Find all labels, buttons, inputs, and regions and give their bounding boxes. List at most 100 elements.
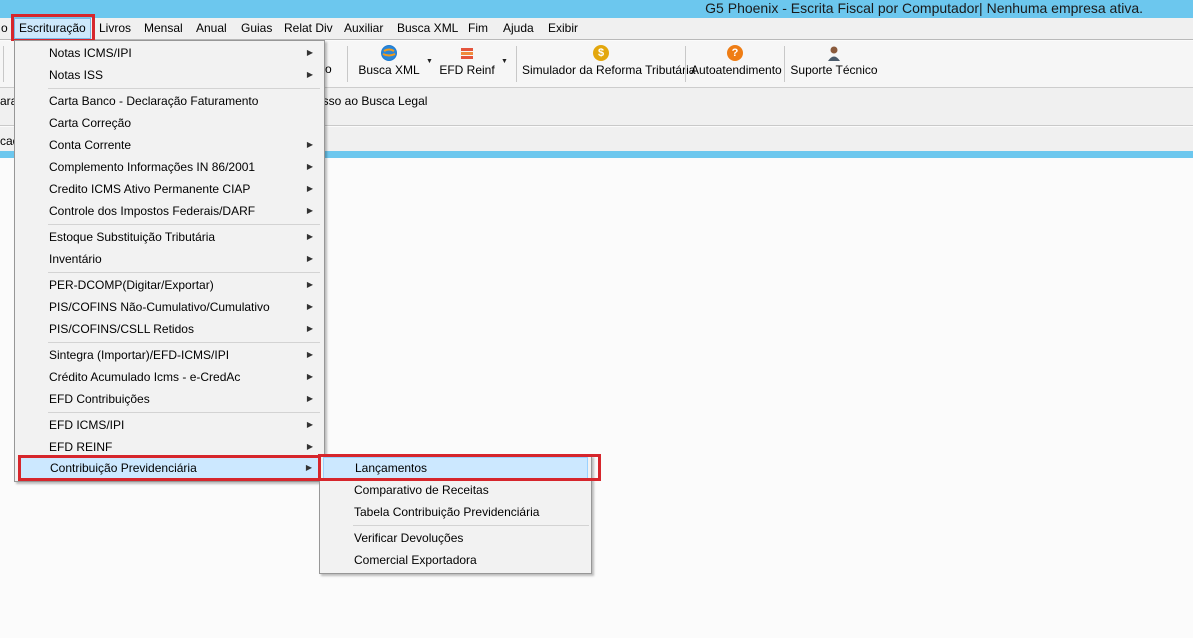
menu-mensal[interactable]: Mensal bbox=[144, 18, 183, 39]
menu-ajuda[interactable]: Ajuda bbox=[503, 18, 534, 39]
menu-item-label: Contribuição Previdenciária bbox=[50, 461, 197, 475]
menu-item-label: Sintegra (Importar)/EFD-ICMS/IPI bbox=[49, 348, 230, 362]
toolbar-separator bbox=[685, 46, 686, 82]
efd-reinf-dropdown-icon[interactable]: ▼ bbox=[501, 58, 508, 65]
menu-item-estoque-st[interactable]: Estoque Substituição Tributária ▶ bbox=[18, 226, 321, 248]
submenu-item-lancamentos[interactable]: Lançamentos bbox=[323, 457, 588, 479]
submenu-arrow-icon: ▶ bbox=[306, 254, 313, 263]
suporte-label: Suporte Técnico bbox=[790, 63, 878, 77]
menu-item-label: Crédito Acumulado Icms - e-CredAc bbox=[49, 370, 241, 384]
window-title: G5 Phoenix - Escrita Fiscal por Computad… bbox=[705, 0, 1143, 16]
menu-item-label: PIS/COFINS/CSLL Retidos bbox=[49, 322, 194, 336]
autoatendimento-button[interactable]: ? Autoatendimento bbox=[691, 41, 782, 87]
menu-item-notas-iss[interactable]: Notas ISS ▶ bbox=[18, 64, 321, 86]
menu-item-label: Estoque Substituição Tributária bbox=[49, 230, 216, 244]
menu-item-label: Inventário bbox=[49, 252, 102, 266]
menu-item-label: Carta Correção bbox=[49, 116, 132, 130]
submenu-item-verificar-devolucoes[interactable]: Verificar Devoluções bbox=[323, 527, 588, 549]
menu-anual[interactable]: Anual bbox=[196, 18, 227, 39]
menu-busca-xml[interactable]: Busca XML bbox=[397, 18, 458, 39]
busca-xml-label: Busca XML bbox=[358, 63, 420, 77]
menu-item-label: Complemento Informações IN 86/2001 bbox=[49, 160, 256, 174]
menu-item-credito-icms-ciap[interactable]: Credito ICMS Ativo Permanente CIAP ▶ bbox=[18, 178, 321, 200]
menu-escrituracao[interactable]: Escrituração bbox=[14, 18, 91, 39]
menu-separator bbox=[353, 525, 589, 526]
submenu-arrow-icon: ▶ bbox=[306, 280, 313, 289]
toolbar-partial-label: o bbox=[325, 62, 332, 76]
menu-item-conta-corrente[interactable]: Conta Corrente ▶ bbox=[18, 134, 321, 156]
busca-legal-link[interactable]: esso ao Busca Legal bbox=[316, 94, 427, 108]
menu-item-inventario[interactable]: Inventário ▶ bbox=[18, 248, 321, 270]
menu-item-contribuicao-previdenciaria[interactable]: Contribuição Previdenciária ▶ bbox=[18, 457, 321, 479]
submenu-item-comercial-exportadora[interactable]: Comercial Exportadora bbox=[323, 549, 588, 571]
menu-item-sintegra[interactable]: Sintegra (Importar)/EFD-ICMS/IPI ▶ bbox=[18, 344, 321, 366]
menu-item-label: Conta Corrente bbox=[49, 138, 132, 152]
suporte-tecnico-button[interactable]: Suporte Técnico bbox=[790, 41, 878, 87]
efd-reinf-label: EFD Reinf bbox=[439, 63, 495, 77]
menu-separator bbox=[48, 224, 320, 225]
busca-xml-dropdown-icon[interactable]: ▼ bbox=[426, 58, 433, 65]
efd-reinf-button[interactable]: EFD Reinf bbox=[438, 41, 496, 87]
toolbar-separator bbox=[516, 46, 517, 82]
toolbar-separator bbox=[3, 46, 4, 82]
menu-item-label: Notas ICMS/IPI bbox=[49, 46, 132, 60]
menu-auxiliar[interactable]: Auxiliar bbox=[344, 18, 383, 39]
menu-item-label: EFD REINF bbox=[49, 440, 113, 454]
busca-xml-button[interactable]: Busca XML bbox=[357, 41, 421, 87]
menu-item-label: Tabela Contribuição Previdenciária bbox=[354, 505, 540, 519]
menu-item-label: Lançamentos bbox=[355, 461, 428, 475]
title-bar: G5 Phoenix - Escrita Fiscal por Computad… bbox=[0, 0, 1193, 18]
submenu-arrow-icon: ▶ bbox=[306, 372, 313, 381]
submenu-arrow-icon: ▶ bbox=[306, 70, 313, 79]
toolbar-separator bbox=[347, 46, 348, 82]
submenu-item-tabela-contribuicao[interactable]: Tabela Contribuição Previdenciária bbox=[323, 501, 588, 523]
menu-item-controle-impostos-federais[interactable]: Controle dos Impostos Federais/DARF ▶ bbox=[18, 200, 321, 222]
submenu-arrow-icon: ▶ bbox=[306, 184, 313, 193]
menu-item-efd-icms-ipi[interactable]: EFD ICMS/IPI ▶ bbox=[18, 414, 321, 436]
menu-item-complemento-informacoes[interactable]: Complemento Informações IN 86/2001 ▶ bbox=[18, 156, 321, 178]
submenu-arrow-icon: ▶ bbox=[306, 350, 313, 359]
menu-item-carta-banco[interactable]: Carta Banco - Declaração Faturamento bbox=[18, 90, 321, 112]
menu-item-credito-acumulado[interactable]: Crédito Acumulado Icms - e-CredAc ▶ bbox=[18, 366, 321, 388]
menu-item-label: Notas ISS bbox=[49, 68, 104, 82]
toolbar-separator bbox=[784, 46, 785, 82]
escrituracao-menu: Notas ICMS/IPI ▶ Notas ISS ▶ Carta Banco -… bbox=[14, 40, 325, 482]
submenu-arrow-icon: ▶ bbox=[306, 206, 313, 215]
globe-icon bbox=[381, 45, 397, 61]
submenu-arrow-icon: ▶ bbox=[305, 463, 312, 472]
menu-item-pis-cofins[interactable]: PIS/COFINS Não-Cumulativo/Cumulativo ▶ bbox=[18, 296, 321, 318]
menu-guias[interactable]: Guias bbox=[241, 18, 272, 39]
menu-livros[interactable]: Livros bbox=[99, 18, 131, 39]
menu-partial[interactable]: o bbox=[1, 18, 8, 39]
menu-item-label: Credito ICMS Ativo Permanente CIAP bbox=[49, 182, 251, 196]
submenu-arrow-icon: ▶ bbox=[306, 302, 313, 311]
menu-relat-div[interactable]: Relat Div bbox=[284, 18, 333, 39]
menu-exibir[interactable]: Exibir bbox=[548, 18, 578, 39]
submenu-item-comparativo-receitas[interactable]: Comparativo de Receitas bbox=[323, 479, 588, 501]
submenu-arrow-icon: ▶ bbox=[306, 162, 313, 171]
menu-item-label: Verificar Devoluções bbox=[354, 531, 464, 545]
menu-separator bbox=[48, 88, 320, 89]
simulador-reforma-button[interactable]: $ Simulador da Reforma Tributária bbox=[522, 41, 695, 87]
menu-item-label: PER-DCOMP(Digitar/Exportar) bbox=[49, 278, 214, 292]
submenu-arrow-icon: ▶ bbox=[306, 232, 313, 241]
menu-item-efd-contribuicoes[interactable]: EFD Contribuições ▶ bbox=[18, 388, 321, 410]
menu-item-per-dcomp[interactable]: PER-DCOMP(Digitar/Exportar) ▶ bbox=[18, 274, 321, 296]
menu-separator bbox=[48, 272, 320, 273]
menu-item-carta-correcao[interactable]: Carta Correção bbox=[18, 112, 321, 134]
dollar-icon: $ bbox=[593, 45, 609, 61]
menu-item-efd-reinf[interactable]: EFD REINF ▶ bbox=[18, 436, 321, 458]
menu-bar: o Escrituração Livros Mensal Anual Guias… bbox=[0, 18, 1193, 40]
menu-item-label: PIS/COFINS Não-Cumulativo/Cumulativo bbox=[49, 300, 270, 314]
menu-item-label: Comparativo de Receitas bbox=[354, 483, 489, 497]
menu-fim[interactable]: Fim bbox=[468, 18, 488, 39]
simulador-label: Simulador da Reforma Tributária bbox=[522, 63, 696, 77]
menu-item-pis-cofins-csll-retidos[interactable]: PIS/COFINS/CSLL Retidos ▶ bbox=[18, 318, 321, 340]
menu-separator bbox=[48, 342, 320, 343]
submenu-arrow-icon: ▶ bbox=[306, 420, 313, 429]
menu-item-label: Comercial Exportadora bbox=[354, 553, 477, 567]
menu-item-notas-icms-ipi[interactable]: Notas ICMS/IPI ▶ bbox=[18, 42, 321, 64]
submenu-arrow-icon: ▶ bbox=[306, 394, 313, 403]
menu-item-label: Carta Banco - Declaração Faturamento bbox=[49, 94, 259, 108]
stack-icon bbox=[459, 45, 475, 61]
